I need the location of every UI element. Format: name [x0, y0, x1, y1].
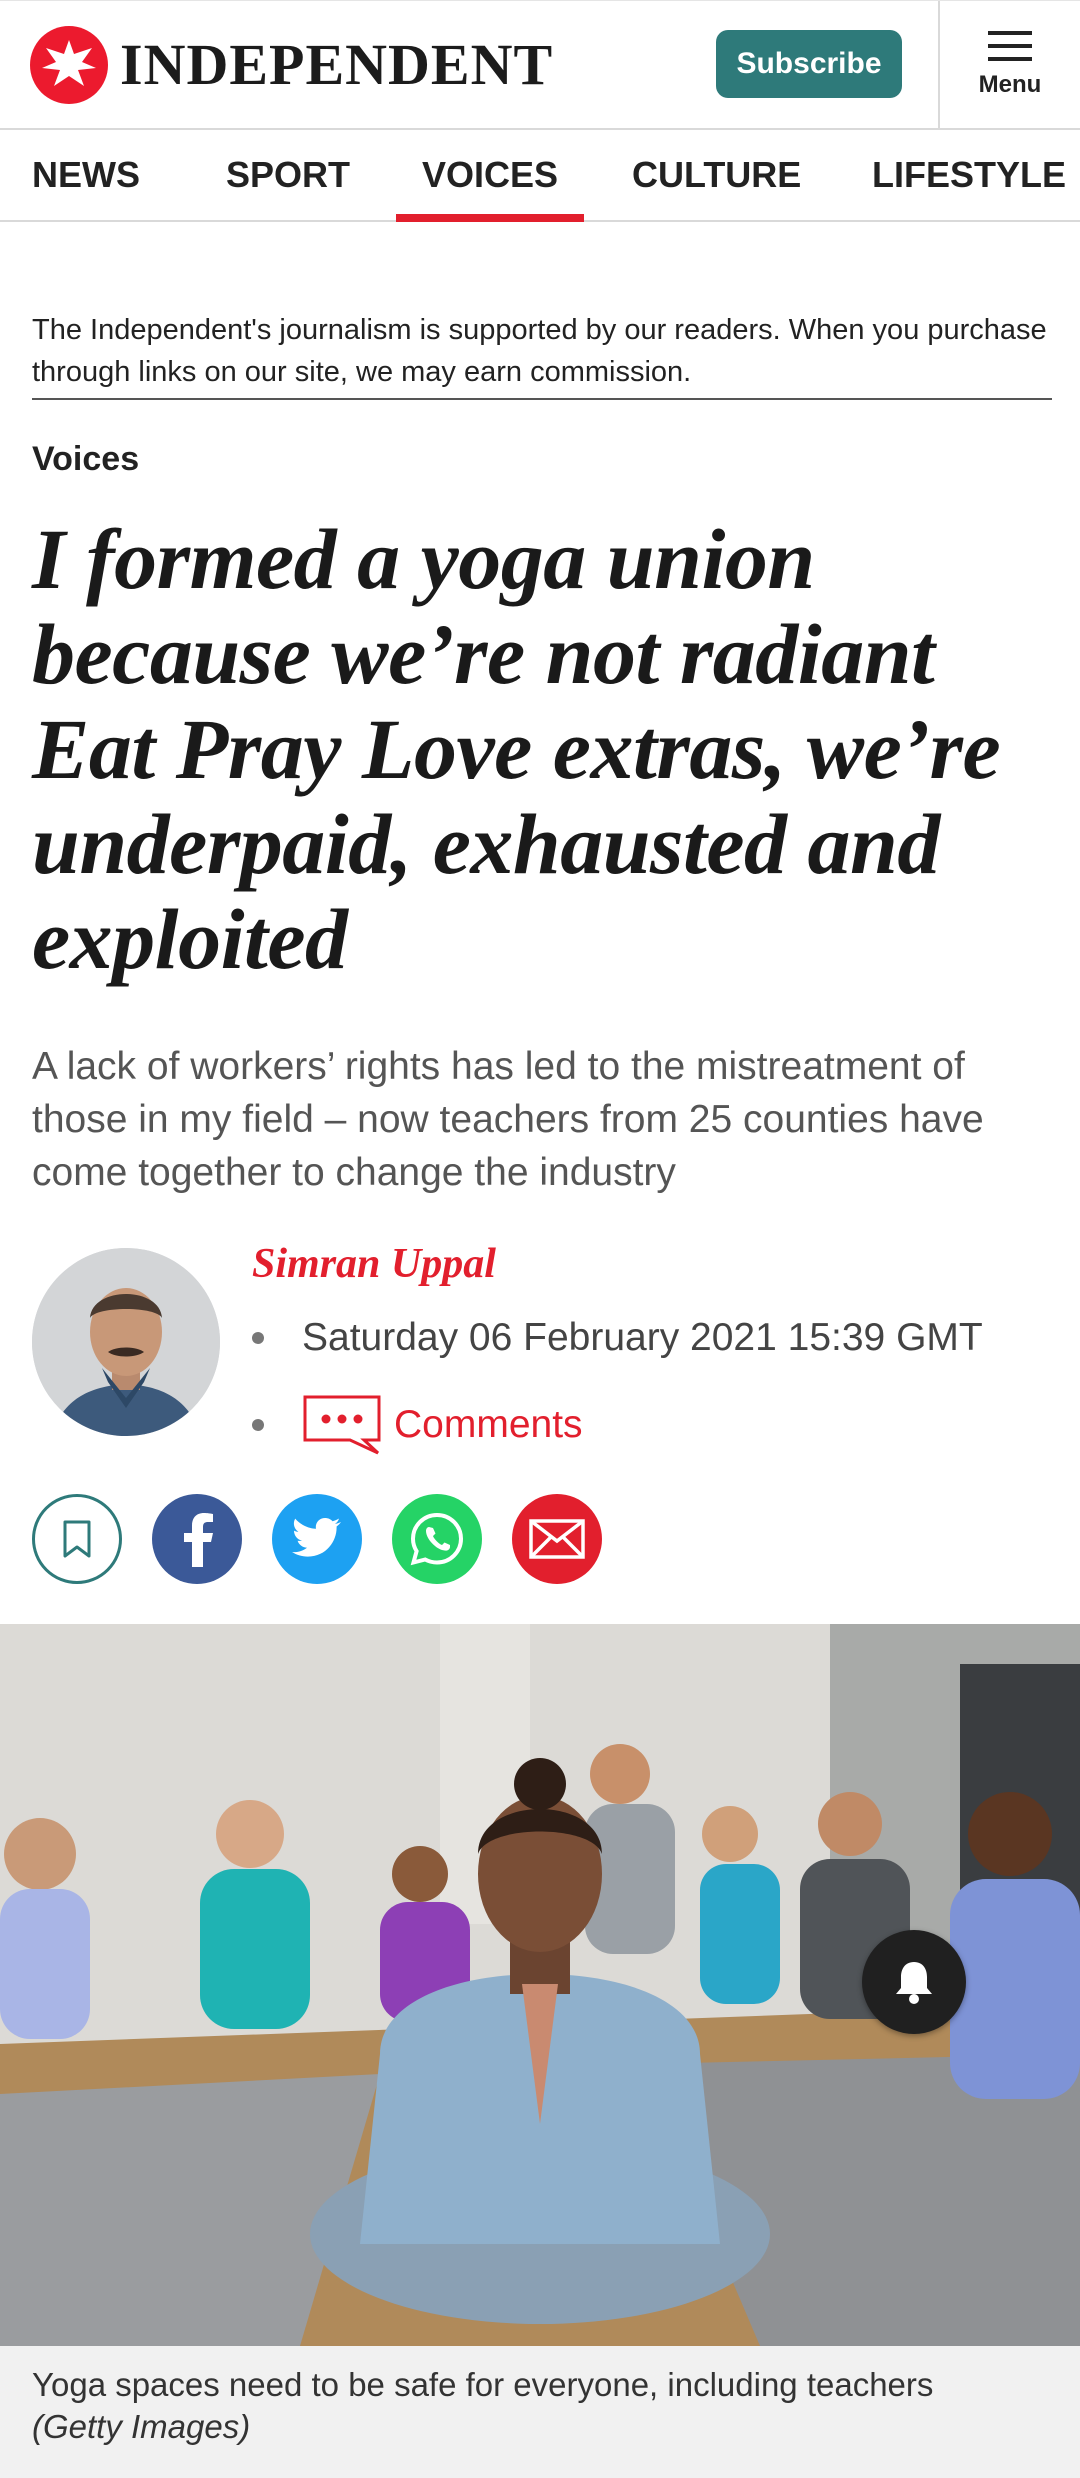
bookmark-icon	[63, 1520, 91, 1558]
share-whatsapp-button[interactable]	[392, 1494, 482, 1584]
facebook-icon	[184, 1513, 213, 1567]
comments-link[interactable]: Comments	[252, 1394, 583, 1456]
nav-item-sport[interactable]: SPORT	[226, 130, 350, 220]
author-name[interactable]: Simran Uppal	[252, 1240, 496, 1288]
image-credit: (Getty Images)	[32, 2408, 251, 2445]
article-standfirst: A lack of workers’ rights has led to the…	[32, 1045, 984, 1194]
section-nav: NEWS SPORT VOICES CULTURE LIFESTYLE	[0, 130, 1080, 222]
bookmark-button[interactable]	[32, 1494, 122, 1584]
affiliate-disclosure: The Independent's journalism is supporte…	[32, 314, 1047, 388]
divider	[32, 398, 1052, 400]
bullet	[252, 1332, 264, 1344]
author-avatar[interactable]	[32, 1248, 220, 1436]
section-label[interactable]: Voices	[32, 440, 139, 479]
bell-icon	[896, 1962, 932, 2004]
nav-item-culture[interactable]: CULTURE	[632, 130, 801, 220]
whatsapp-icon	[410, 1512, 464, 1566]
image-caption: Yoga spaces need to be safe for everyone…	[32, 2366, 934, 2403]
independent-logo[interactable]: INDEPENDENT	[30, 25, 553, 105]
bullet	[252, 1419, 264, 1431]
menu-button[interactable]: Menu	[938, 1, 1080, 129]
logo-wordmark: INDEPENDENT	[120, 32, 554, 97]
nav-item-news[interactable]: NEWS	[32, 130, 140, 220]
subscribe-button[interactable]: Subscribe	[716, 30, 902, 98]
notifications-bell-button[interactable]	[862, 1930, 966, 2034]
nav-item-lifestyle[interactable]: LIFESTYLE	[872, 130, 1066, 220]
share-email-button[interactable]	[512, 1494, 602, 1584]
article-headline: I formed a yoga union because we’re not …	[32, 511, 1001, 987]
masthead: INDEPENDENT Subscribe Menu	[0, 0, 1080, 130]
share-facebook-button[interactable]	[152, 1494, 242, 1584]
comments-label: Comments	[394, 1403, 583, 1446]
menu-label: Menu	[978, 71, 1042, 98]
twitter-icon	[292, 1518, 341, 1557]
share-twitter-button[interactable]	[272, 1494, 362, 1584]
publish-date-row: Saturday 06 February 2021 15:39 GMT	[252, 1316, 983, 1360]
email-icon	[529, 1519, 585, 1559]
eagle-logo-icon	[30, 26, 108, 104]
nav-item-voices[interactable]: VOICES	[395, 130, 585, 222]
publish-date: Saturday 06 February 2021 15:39 GMT	[302, 1316, 983, 1359]
comments-icon	[303, 1395, 381, 1455]
hamburger-icon	[988, 31, 1032, 61]
